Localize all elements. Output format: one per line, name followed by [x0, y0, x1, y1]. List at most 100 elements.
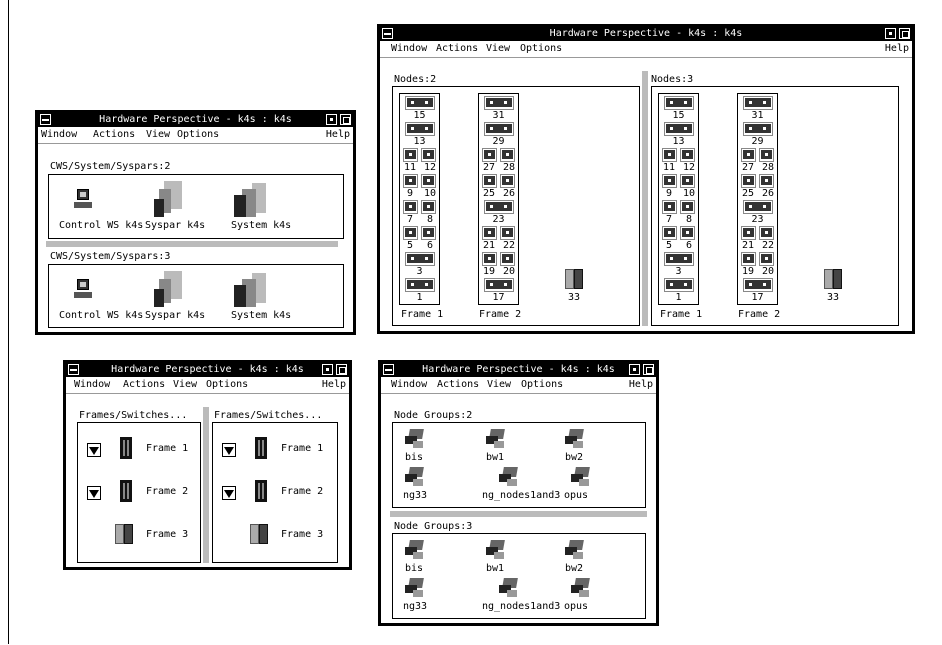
- node-icon[interactable]: [664, 252, 694, 266]
- node-icon[interactable]: [482, 174, 497, 188]
- menu-help[interactable]: Help: [629, 379, 653, 390]
- menu-window[interactable]: Window: [74, 379, 110, 390]
- node-icon[interactable]: [405, 278, 435, 292]
- minimize-icon[interactable]: [326, 114, 337, 125]
- menu-actions[interactable]: Actions: [123, 379, 165, 390]
- menu-window[interactable]: Window: [391, 43, 427, 54]
- menu-help[interactable]: Help: [885, 43, 909, 54]
- node-icon[interactable]: [484, 200, 514, 214]
- menu-view[interactable]: View: [146, 129, 170, 140]
- node-group-icon[interactable]: [571, 578, 591, 598]
- frame-icon[interactable]: [120, 480, 132, 502]
- node-icon[interactable]: [743, 278, 773, 292]
- pane-splitter[interactable]: [203, 407, 209, 563]
- title-bar[interactable]: Hardware Perspective - k4s : k4s: [38, 113, 353, 127]
- node-icon[interactable]: [484, 278, 514, 292]
- node-icon[interactable]: [403, 174, 418, 188]
- node-icon[interactable]: [405, 122, 435, 136]
- node-icon[interactable]: [421, 226, 436, 240]
- minimize-icon[interactable]: [885, 28, 896, 39]
- nodes-window[interactable]: Hardware Perspective - k4s : k4s Window …: [377, 24, 915, 334]
- menu-options[interactable]: Options: [206, 379, 248, 390]
- node-icon[interactable]: [743, 96, 773, 110]
- node-icon[interactable]: [743, 122, 773, 136]
- menu-options[interactable]: Options: [177, 129, 219, 140]
- node-icon[interactable]: [403, 200, 418, 214]
- node-icon[interactable]: [403, 148, 418, 162]
- node-icon[interactable]: [500, 252, 515, 266]
- menu-view[interactable]: View: [173, 379, 197, 390]
- pane-splitter[interactable]: [642, 71, 648, 326]
- minimize-icon[interactable]: [322, 364, 333, 375]
- node-icon[interactable]: [405, 252, 435, 266]
- system-icon[interactable]: [234, 273, 266, 307]
- node-icon[interactable]: [500, 148, 515, 162]
- switch-frame-icon[interactable]: [565, 269, 583, 289]
- node-icon[interactable]: [662, 174, 677, 188]
- node-group-icon[interactable]: [565, 540, 585, 560]
- node-group-icon[interactable]: [405, 429, 425, 449]
- node-icon[interactable]: [403, 226, 418, 240]
- node-icon[interactable]: [741, 226, 756, 240]
- node-group-icon[interactable]: [486, 540, 506, 560]
- node-group-icon[interactable]: [565, 429, 585, 449]
- node-group-icon[interactable]: [405, 540, 425, 560]
- menu-window[interactable]: Window: [391, 379, 427, 390]
- expand-arrow-icon[interactable]: [222, 443, 236, 457]
- maximize-icon[interactable]: [643, 364, 654, 375]
- node-group-icon[interactable]: [405, 578, 425, 598]
- system-icon[interactable]: [234, 183, 266, 217]
- menu-actions[interactable]: Actions: [93, 129, 135, 140]
- node-icon[interactable]: [680, 226, 695, 240]
- frame-icon[interactable]: [120, 437, 132, 459]
- node-icon[interactable]: [484, 122, 514, 136]
- syspar-icon[interactable]: [154, 271, 184, 307]
- maximize-icon[interactable]: [340, 114, 351, 125]
- node-icon[interactable]: [484, 96, 514, 110]
- title-bar[interactable]: Hardware Perspective - k4s : k4s: [381, 363, 656, 377]
- node-icon[interactable]: [500, 174, 515, 188]
- node-icon[interactable]: [759, 226, 774, 240]
- node-group-icon[interactable]: [486, 429, 506, 449]
- node-icon[interactable]: [680, 148, 695, 162]
- node-icon[interactable]: [421, 200, 436, 214]
- node-icon[interactable]: [743, 200, 773, 214]
- menu-view[interactable]: View: [486, 43, 510, 54]
- node-icon[interactable]: [482, 226, 497, 240]
- menu-view[interactable]: View: [487, 379, 511, 390]
- menu-actions[interactable]: Actions: [437, 379, 479, 390]
- frames-window[interactable]: Hardware Perspective - k4s : k4s Window …: [63, 360, 352, 570]
- node-icon[interactable]: [405, 96, 435, 110]
- menu-help[interactable]: Help: [322, 379, 346, 390]
- minimize-icon[interactable]: [629, 364, 640, 375]
- node-icon[interactable]: [759, 148, 774, 162]
- node-group-icon[interactable]: [571, 467, 591, 487]
- title-bar[interactable]: Hardware Perspective - k4s : k4s: [66, 363, 349, 377]
- node-icon[interactable]: [421, 148, 436, 162]
- expand-arrow-icon[interactable]: [87, 486, 101, 500]
- maximize-icon[interactable]: [899, 28, 910, 39]
- node-icon[interactable]: [664, 122, 694, 136]
- node-icon[interactable]: [421, 174, 436, 188]
- node-icon[interactable]: [680, 200, 695, 214]
- node-icon[interactable]: [680, 174, 695, 188]
- menu-window[interactable]: Window: [41, 129, 77, 140]
- node-icon[interactable]: [741, 174, 756, 188]
- switch-frame-icon[interactable]: [824, 269, 842, 289]
- node-icon[interactable]: [662, 200, 677, 214]
- frame-icon[interactable]: [255, 437, 267, 459]
- node-icon[interactable]: [664, 96, 694, 110]
- switch-frame-icon[interactable]: [115, 524, 133, 544]
- maximize-icon[interactable]: [336, 364, 347, 375]
- node-icon[interactable]: [741, 252, 756, 266]
- node-icon[interactable]: [759, 174, 774, 188]
- pane-splitter[interactable]: [46, 241, 338, 247]
- node-icon[interactable]: [482, 252, 497, 266]
- frame-icon[interactable]: [255, 480, 267, 502]
- control-workstation-icon[interactable]: [74, 279, 92, 299]
- node-icon[interactable]: [759, 252, 774, 266]
- title-bar[interactable]: Hardware Perspective - k4s : k4s: [380, 27, 912, 41]
- node-icon[interactable]: [482, 148, 497, 162]
- node-icon[interactable]: [741, 148, 756, 162]
- node-group-icon[interactable]: [499, 578, 519, 598]
